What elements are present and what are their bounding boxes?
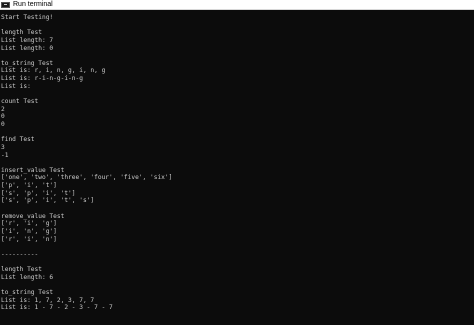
console-line: 2	[1, 105, 5, 113]
window-title: Run terminal	[13, 1, 53, 8]
console-line: List is:	[1, 82, 31, 90]
console-line: ['one', 'two', 'three', 'four', 'five', …	[1, 174, 173, 182]
console-line: 3	[1, 143, 5, 151]
console-line: to_string Test	[1, 59, 54, 67]
console-line: List is: 1 - 7 - 2 - 3 - 7 - 7	[1, 304, 113, 312]
console-line: insert_value Test	[1, 166, 65, 174]
console-line: length Test	[1, 29, 42, 37]
console-line: List length: 7	[1, 36, 54, 44]
console-line: ['s', 'p', 'i', 't', 's']	[1, 197, 95, 205]
console-line: -1	[1, 151, 9, 159]
console-line: to_string Test	[1, 289, 54, 297]
console-output: Start Testing! length Test List length: 7…	[1, 14, 474, 325]
console-icon	[1, 1, 10, 8]
title-bar[interactable]: Run terminal	[0, 0, 474, 10]
console-line: length Test	[1, 266, 42, 274]
console-line: List length: 0	[1, 44, 54, 52]
console-line: List is: r, i, n, g, i, n, g	[1, 67, 106, 75]
console-line: ----------	[1, 250, 39, 258]
console-line: ['r', 'i', 'g']	[1, 220, 57, 228]
console-line: ['p', 'i', 't']	[1, 182, 57, 190]
console-line: ['r', 'i', 'n']	[1, 235, 57, 243]
console-line: Start Testing!	[1, 14, 54, 21]
console-line: List is: 1, 7, 2, 3, 7, 7	[1, 296, 95, 304]
console-line: List length: 6	[1, 273, 54, 281]
console-line: ['s', 'p', 'i', 't']	[1, 189, 76, 197]
console-line: 0	[1, 113, 5, 121]
console-line: 0	[1, 120, 5, 128]
console-line: remove_value Test	[1, 212, 65, 220]
terminal-window: Run terminal Start Testing! length Test L…	[0, 0, 474, 325]
console-line: List is: r-i-n-g-i-n-g	[1, 75, 83, 83]
console-line: ['i', 'n', 'g']	[1, 227, 57, 235]
console-line: find Test	[1, 136, 35, 144]
console-line: count Test	[1, 98, 39, 106]
